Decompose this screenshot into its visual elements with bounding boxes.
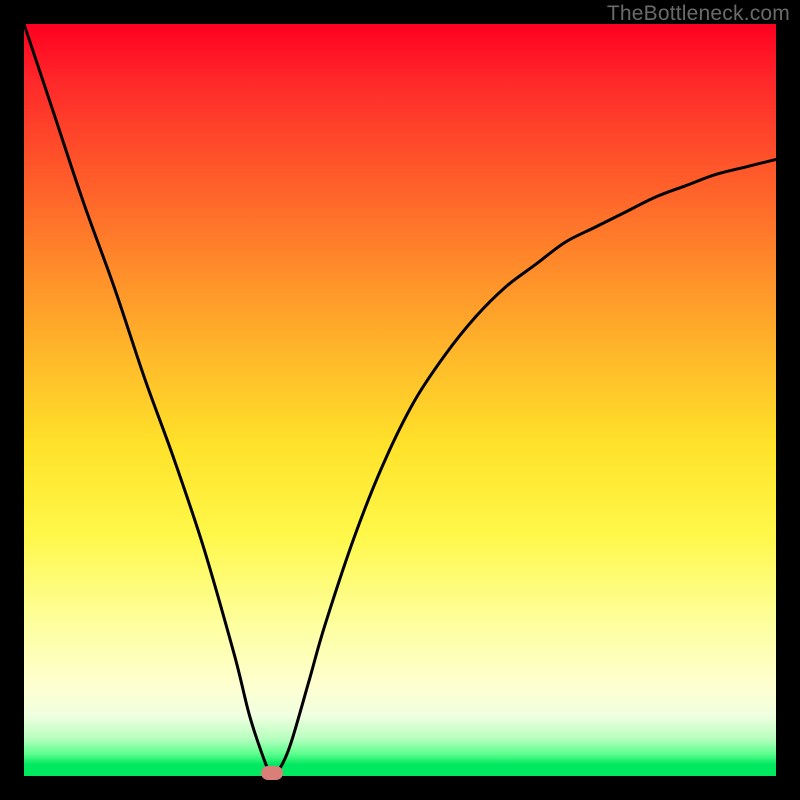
optimal-point-marker (261, 766, 283, 780)
bottleneck-curve (24, 24, 776, 776)
chart-plot-area (24, 24, 776, 776)
watermark-text: TheBottleneck.com (607, 2, 790, 26)
